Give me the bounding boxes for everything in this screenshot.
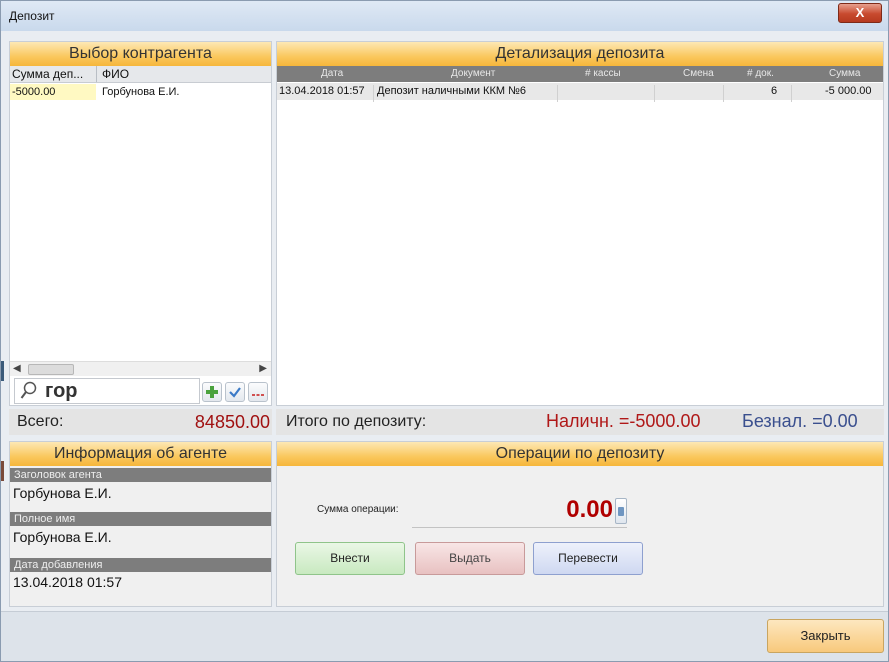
agent-fullname-value: Горбунова Е.И. xyxy=(13,529,112,545)
operation-sum-field[interactable]: 0.00 xyxy=(412,494,627,528)
check-icon xyxy=(229,387,241,398)
close-button[interactable]: Закрыть xyxy=(767,619,884,653)
horizontal-scrollbar[interactable]: ◀ ▶ xyxy=(10,361,271,376)
cell-divider xyxy=(373,85,374,102)
contractor-panel: Выбор контрагента Сумма деп... ФИО -5000… xyxy=(9,41,272,406)
deposit-detail-panel: Детализация депозита Дата Документ # кас… xyxy=(276,41,884,406)
scroll-left-icon[interactable]: ◀ xyxy=(13,363,21,374)
agent-fullname-caption: Полное имя xyxy=(10,512,271,526)
detail-document-cell[interactable]: Депозит наличными ККМ №6 xyxy=(377,85,526,97)
footer-bar: Закрыть xyxy=(1,611,888,661)
withdraw-button[interactable]: Выдать xyxy=(415,542,525,575)
column-header-date[interactable]: Дата xyxy=(321,68,343,79)
column-header-shift[interactable]: Смена xyxy=(683,68,714,79)
scroll-right-icon[interactable]: ▶ xyxy=(259,363,267,374)
contractor-fio-cell[interactable]: Горбунова Е.И. xyxy=(102,84,179,100)
agent-title-caption: Заголовок агента xyxy=(10,468,271,482)
agent-title-value: Горбунова Е.И. xyxy=(13,485,112,501)
contractor-grid-header: Сумма деп... ФИО xyxy=(10,66,271,83)
deposit-button[interactable]: Внести xyxy=(295,542,405,575)
detail-grid-header: Дата Документ # кассы Смена # док. Сумма xyxy=(277,66,883,82)
detail-row[interactable]: 13.04.2018 01:57 Депозит наличными ККМ №… xyxy=(277,83,883,102)
agent-info-panel: Информация об агенте Заголовок агента Го… xyxy=(9,441,272,607)
cell-divider xyxy=(654,85,655,102)
scrollbar-thumb[interactable] xyxy=(28,364,74,375)
edge-marker xyxy=(1,461,4,481)
cashless-total: Безнал. =0.00 xyxy=(742,411,858,431)
deposit-window: Депозит X Выбор контрагента Сумма деп...… xyxy=(0,0,889,662)
contractor-search-field[interactable]: гор xyxy=(14,378,200,404)
confirm-contractor-button[interactable] xyxy=(225,382,245,402)
edge-marker xyxy=(1,361,4,381)
contractor-total-row: Всего: 84850.00 xyxy=(9,409,272,435)
contractor-row[interactable]: -5000.00 Горбунова Е.И. xyxy=(10,84,271,100)
operation-sum-value[interactable]: 0.00 xyxy=(566,496,613,524)
add-contractor-button[interactable] xyxy=(202,382,222,402)
agent-info-header: Информация об агенте xyxy=(10,442,271,466)
column-header-sum[interactable]: Сумма xyxy=(829,68,860,79)
cash-total: Наличн. =-5000.00 xyxy=(546,411,701,431)
contractor-sum-cell[interactable]: -5000.00 xyxy=(10,84,96,100)
deposit-detail-header: Детализация депозита xyxy=(277,42,883,66)
column-header-fio[interactable]: ФИО xyxy=(102,67,129,81)
column-divider xyxy=(96,66,97,82)
total-value: 84850.00 xyxy=(194,412,270,432)
close-window-button[interactable]: X xyxy=(838,3,882,23)
operation-sum-label: Сумма операции: xyxy=(317,504,399,515)
more-options-button[interactable] xyxy=(248,382,268,402)
title-bar: Депозит X xyxy=(1,1,888,31)
column-header-doc-number[interactable]: # док. xyxy=(747,68,774,79)
agent-date-value: 13.04.2018 01:57 xyxy=(13,574,122,590)
window-title: Депозит xyxy=(9,9,55,23)
detail-doc-number-cell[interactable]: 6 xyxy=(771,85,777,97)
cell-divider xyxy=(723,85,724,102)
cell-divider xyxy=(791,85,792,102)
search-input[interactable]: гор xyxy=(45,380,78,403)
plus-icon xyxy=(206,386,218,398)
dots-icon xyxy=(252,394,264,396)
cell-divider xyxy=(557,85,558,102)
detail-sum-cell[interactable]: -5 000.00 xyxy=(825,85,871,97)
agent-date-caption: Дата добавления xyxy=(10,558,271,572)
transfer-button[interactable]: Перевести xyxy=(533,542,643,575)
deposit-total-label: Итого по депозиту: xyxy=(286,413,427,430)
detail-date-cell[interactable]: 13.04.2018 01:57 xyxy=(279,85,365,97)
column-header-document[interactable]: Документ xyxy=(451,68,495,79)
deposit-total-row: Итого по депозиту: Наличн. =-5000.00 Без… xyxy=(276,409,884,435)
column-header-kassa[interactable]: # кассы xyxy=(585,68,621,79)
search-icon xyxy=(20,381,37,399)
calculator-icon[interactable] xyxy=(615,498,627,524)
total-label: Всего: xyxy=(17,413,64,430)
operations-header: Операции по депозиту xyxy=(277,442,883,466)
deposit-operations-panel: Операции по депозиту Сумма операции: 0.0… xyxy=(276,441,884,607)
column-header-sum[interactable]: Сумма деп... xyxy=(12,67,83,81)
contractor-header: Выбор контрагента xyxy=(10,42,271,66)
